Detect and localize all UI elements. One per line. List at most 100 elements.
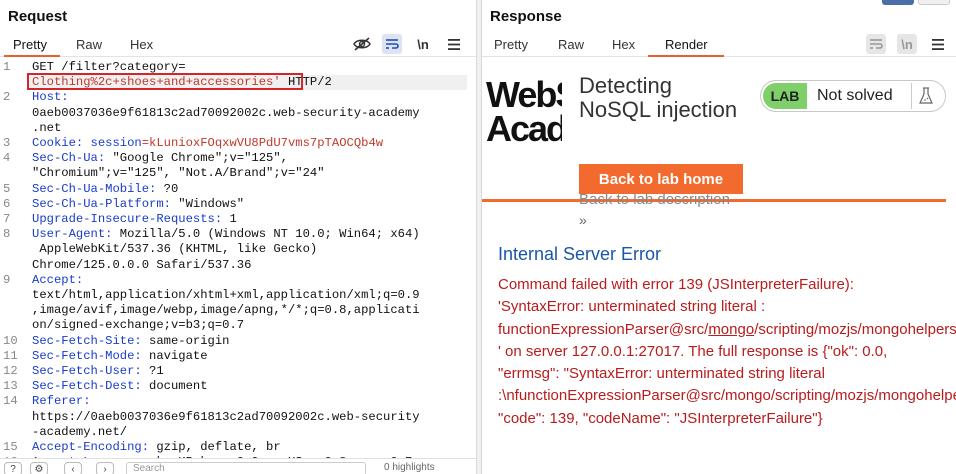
code-line: Cookie: session=kLunioxFOqxwVU8PdU7vms7p… [32, 136, 462, 150]
header-value: ,image/avif,image/webp,image/apng,*/*;q=… [32, 303, 420, 318]
request-editor[interactable]: 1 GET /filter?category= Clothing%2c+shoes+… [0, 58, 476, 469]
code-line: Host: [32, 90, 462, 104]
lab-status-text: Not solved [817, 87, 893, 104]
header-value: .net [32, 120, 62, 135]
header-value: navigate [149, 348, 208, 363]
back-to-lab-description-link[interactable]: Back to lab description [579, 191, 730, 208]
tab-hex[interactable]: Hex [612, 37, 635, 52]
newline-toggle[interactable]: \n [897, 34, 917, 54]
layout-split-button[interactable] [882, 0, 914, 5]
code-line: .net [32, 121, 462, 135]
header-key: Accept: [32, 272, 84, 287]
header-key: Upgrade-Insecure-Requests: [32, 212, 230, 226]
line-number: 2 [3, 90, 11, 105]
request-bottom-bar: ? ⚙ ‹ › Search 0 highlights [0, 458, 476, 474]
header-key: User-Agent: [32, 227, 120, 242]
code-line: Chrome/125.0.0.0 Safari/537.36 [32, 258, 462, 272]
prev-match-button[interactable]: ‹ [64, 462, 82, 474]
header-value: "Google Chrome";v="125", [112, 151, 288, 166]
header-value: Mozilla/5.0 (Windows NT 10.0; Win64; x64… [119, 227, 420, 242]
line-number: 5 [3, 181, 11, 196]
code-line: "Chromium";v="125", "Not.A/Brand";v="24" [32, 166, 462, 180]
menu-icon[interactable] [928, 34, 948, 54]
code-line: Sec-Ch-Ua-Mobile: ?0 [32, 182, 462, 196]
header-value: -academy.net/ [32, 424, 128, 439]
header-value: gzip, deflate, br [156, 440, 281, 454]
search-input[interactable]: Search [126, 462, 366, 474]
line-number: 11 [3, 348, 18, 363]
line-number: 4 [3, 151, 11, 166]
line-number: 15 [3, 440, 18, 454]
header-key: Sec-Fetch-Dest: [32, 379, 150, 394]
header-value: text/html,application/xhtml+xml,applicat… [32, 288, 420, 302]
eye-slash-icon[interactable] [352, 34, 372, 54]
header-value: ?1 [149, 364, 164, 378]
header-value: 1 [229, 212, 237, 226]
header-value: "Chromium";v="125", "Not.A/Brand";v="24" [32, 166, 325, 181]
line-number: 3 [3, 136, 11, 150]
code-line: text/html,application/xhtml+xml,applicat… [32, 288, 462, 302]
help-icon[interactable]: ? [4, 462, 22, 474]
request-pane: Request Pretty Raw Hex \n 1 GET /filter?c… [0, 0, 476, 474]
line-number: 8 [3, 227, 11, 242]
lab-label: LAB [763, 83, 807, 109]
menu-icon[interactable] [444, 34, 464, 54]
back-to-lab-home-button[interactable]: Back to lab home [579, 164, 743, 194]
header-value: GET /filter?category= [32, 60, 186, 74]
header-key: Sec-Ch-Ua-Mobile: [32, 181, 164, 196]
code-line: Sec-Fetch-Dest: document [32, 379, 462, 393]
logo-line-2: Acad [486, 108, 568, 149]
header-value: AppleWebKit/537.36 (KHTML, like Gecko) [32, 242, 318, 257]
tab-raw[interactable]: Raw [76, 37, 102, 52]
code-line: User-Agent: Mozilla/5.0 (Windows NT 10.0… [32, 227, 462, 241]
code-line: 0aeb0037036e9f61813c2ad70092002c.web-sec… [32, 106, 462, 120]
request-tabs: Pretty Raw Hex \n [0, 33, 476, 57]
header-value: ?0 [163, 181, 179, 196]
code-line: Referer: [32, 394, 462, 408]
response-title: Response [490, 8, 562, 25]
code-line: Sec-Ch-Ua-Platform: "Windows" [32, 197, 462, 211]
flask-icon [911, 83, 939, 109]
error-title: Internal Server Error [498, 244, 662, 264]
tab-pretty[interactable]: Pretty [13, 37, 47, 52]
tab-render[interactable]: Render [665, 37, 708, 52]
error-message: Command failed with error 139 (JSInterpr… [498, 274, 956, 430]
code-line: Sec-Ch-Ua: "Google Chrome";v="125", [32, 151, 462, 165]
tab-pretty[interactable]: Pretty [494, 37, 528, 52]
tab-hex[interactable]: Hex [130, 37, 153, 52]
injection-highlight-box [27, 73, 303, 90]
code-line: Sec-Fetch-User: ?1 [32, 364, 462, 378]
code-line: AppleWebKit/537.36 (KHTML, like Gecko) [32, 242, 462, 256]
header-value: https://0aeb0037036e9f61813c2ad70092002c… [32, 409, 420, 424]
code-line: on/signed-exchange;v=b3;q=0.7 [32, 318, 462, 332]
header-value: document [149, 379, 208, 394]
header-key: Referer: [32, 394, 91, 409]
layout-stack-button[interactable] [918, 0, 950, 5]
lab-title: Detecting NoSQL injection [579, 73, 738, 122]
header-key: Accept-Encoding: [32, 440, 157, 454]
header-value: same-origin [149, 333, 230, 348]
highlights-count: 0 highlights [384, 462, 435, 473]
settings-icon[interactable]: ⚙ [30, 462, 48, 474]
tab-raw[interactable]: Raw [558, 37, 584, 52]
header-key: Sec-Fetch-User: [32, 364, 150, 378]
header-value: Chrome/125.0.0.0 Safari/537.36 [32, 257, 252, 272]
header-key: Sec-Ch-Ua-Platform: [32, 196, 179, 211]
header-key: session [90, 136, 142, 150]
code-line: Accept-Encoding: gzip, deflate, br [32, 440, 462, 454]
line-number: 13 [3, 379, 18, 394]
wrap-lines-icon[interactable] [382, 34, 402, 54]
wrap-lines-icon[interactable] [866, 34, 886, 54]
line-number: 12 [3, 364, 18, 378]
active-tab-indicator [4, 55, 60, 57]
header-value: "Windows" [178, 196, 245, 211]
line-number: 6 [3, 196, 11, 211]
header-value: 0aeb0037036e9f61813c2ad70092002c.web-sec… [32, 105, 420, 120]
chevron-right-icon[interactable]: » [579, 212, 587, 228]
line-number: 9 [3, 272, 11, 287]
header-key: Cookie: [32, 136, 91, 150]
next-match-button[interactable]: › [96, 462, 114, 474]
line-number: 14 [3, 394, 18, 409]
newline-toggle[interactable]: \n [413, 34, 433, 54]
error-text-link: mongo [708, 320, 755, 338]
